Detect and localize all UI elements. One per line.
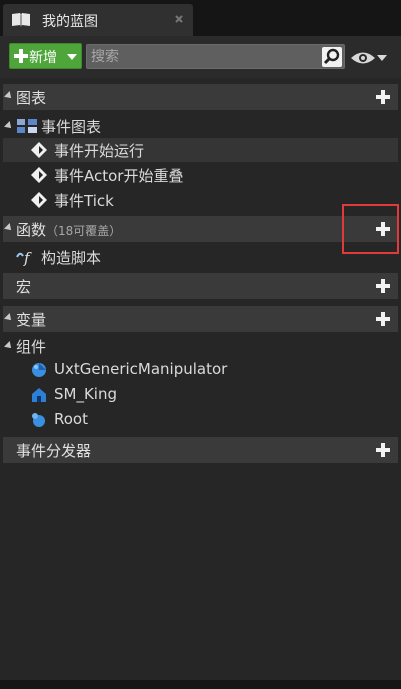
add-new-label: 新增 <box>29 50 57 66</box>
collapse-arrow-icon[interactable] <box>4 341 14 351</box>
component-item[interactable]: UxtGenericManipulator <box>3 358 398 382</box>
section-macros[interactable]: 宏 <box>3 273 398 299</box>
add-macro-button[interactable] <box>372 275 394 297</box>
component-label: Root <box>54 410 88 428</box>
component-item[interactable]: Root <box>3 408 398 432</box>
add-graph-button[interactable] <box>372 86 394 108</box>
event-graph-item[interactable]: 事件图表 <box>3 114 398 138</box>
tab-title: 我的蓝图 <box>42 14 98 30</box>
chevron-down-icon[interactable] <box>377 55 387 61</box>
event-graph-label: 事件图表 <box>41 118 102 136</box>
function-icon: f <box>16 249 32 266</box>
construction-script-label: 构造脚本 <box>41 249 102 267</box>
event-label: 事件Tick <box>54 192 114 210</box>
book-icon <box>12 13 30 27</box>
tab-bar: 我的蓝图 <box>0 0 401 36</box>
event-label: 事件开始运行 <box>54 142 145 160</box>
eye-icon[interactable] <box>350 50 376 66</box>
collapse-arrow-icon[interactable] <box>4 121 14 131</box>
construction-script-item[interactable]: f 构造脚本 <box>3 245 398 269</box>
section-variables[interactable]: 变量 <box>3 306 398 332</box>
bottom-border <box>0 680 401 689</box>
toolbar: 新增 <box>0 36 401 78</box>
my-blueprint-panel: 我的蓝图 新增 图表 <box>0 0 401 689</box>
section-event-dispatchers[interactable]: 事件分发器 <box>3 437 398 463</box>
event-label: 事件Actor开始重叠 <box>54 167 184 185</box>
scene-component-icon <box>32 413 45 427</box>
collapse-arrow-icon[interactable] <box>4 313 14 323</box>
section-functions[interactable]: 函数（18可覆盖） <box>3 216 398 242</box>
event-item[interactable]: 事件Tick <box>3 188 398 212</box>
components-group-label: 组件 <box>16 338 47 356</box>
tab-my-blueprint[interactable]: 我的蓝图 <box>3 4 193 36</box>
search-input[interactable] <box>91 45 311 68</box>
add-new-button[interactable]: 新增 <box>9 43 82 69</box>
svg-text:f: f <box>23 249 32 266</box>
component-label: UxtGenericManipulator <box>54 360 228 378</box>
event-item[interactable]: 事件开始运行 <box>3 138 398 162</box>
event-icon <box>31 192 47 208</box>
graph-icon <box>17 119 37 133</box>
add-variable-button[interactable] <box>372 308 394 330</box>
close-icon[interactable] <box>173 13 185 25</box>
event-item[interactable]: 事件Actor开始重叠 <box>3 163 398 187</box>
components-group[interactable]: 组件 <box>3 334 398 358</box>
component-label: SM_King <box>54 385 117 403</box>
chevron-down-icon <box>67 54 77 60</box>
section-macros-label: 宏 <box>16 278 32 296</box>
section-dispatchers-label: 事件分发器 <box>16 442 92 460</box>
plus-icon <box>14 49 28 63</box>
section-graphs[interactable]: 图表 <box>3 84 398 110</box>
static-mesh-icon <box>32 388 46 402</box>
add-dispatcher-button[interactable] <box>372 439 394 461</box>
event-icon <box>31 142 47 158</box>
collapse-arrow-icon[interactable] <box>4 223 14 233</box>
search-icon[interactable] <box>322 47 342 67</box>
component-icon <box>32 363 46 377</box>
section-variables-label: 变量 <box>16 311 47 329</box>
override-count: （18可覆盖） <box>46 224 122 238</box>
section-functions-label: 函数（18可覆盖） <box>16 219 121 240</box>
functions-title: 函数 <box>16 221 47 239</box>
component-item[interactable]: SM_King <box>3 383 398 407</box>
search-box <box>86 44 345 69</box>
section-graphs-label: 图表 <box>16 89 47 107</box>
event-icon <box>31 167 47 183</box>
collapse-arrow-icon[interactable] <box>4 91 14 101</box>
